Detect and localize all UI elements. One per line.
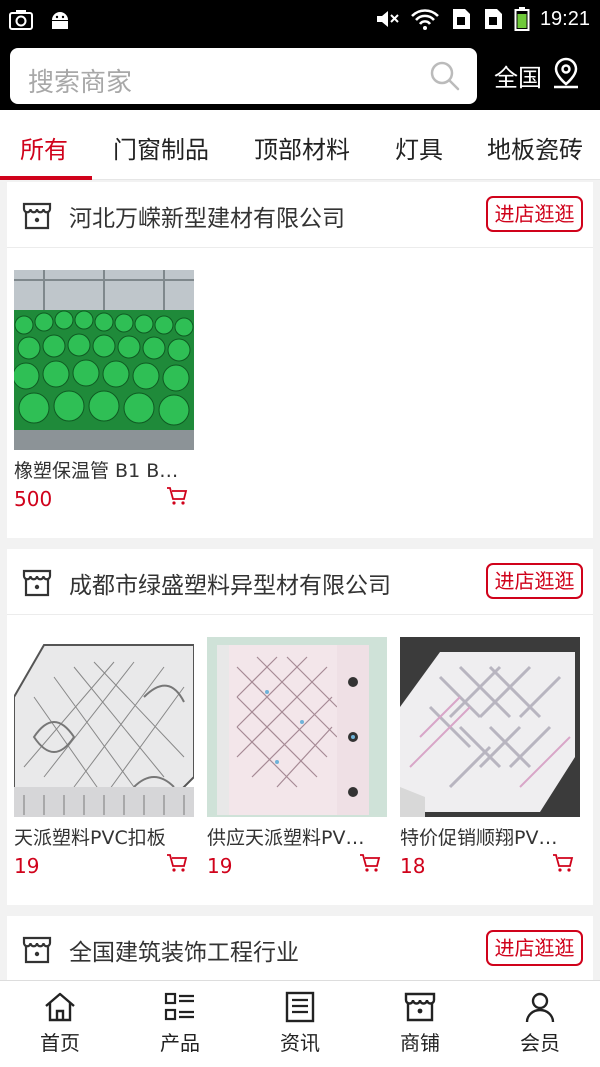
store-header[interactable]: 河北万嵘新型建材有限公司 进店逛逛 (7, 182, 593, 248)
tab-ceiling-materials[interactable]: 顶部材料 (254, 130, 350, 165)
android-icon (52, 12, 68, 29)
store-card: 全国建筑装饰工程行业 进店逛逛 (7, 916, 593, 980)
nav-shops[interactable]: 商铺 (360, 991, 480, 1056)
nav-label: 产品 (160, 1031, 200, 1055)
shop-icon (404, 992, 436, 1022)
store-name[interactable]: 河北万嵘新型建材有限公司 (69, 199, 345, 233)
screenshot-icon (9, 10, 33, 30)
wifi-icon (411, 9, 439, 30)
product-image[interactable] (207, 637, 387, 817)
product-name[interactable]: 供应天派塑料PV… (207, 823, 383, 850)
search-icon[interactable] (429, 60, 461, 92)
mute-icon (376, 11, 399, 27)
sim1-icon (452, 9, 470, 29)
active-tab-indicator (0, 176, 92, 180)
nav-products[interactable]: 产品 (120, 991, 240, 1056)
product-list-icon (164, 992, 194, 1021)
product-name[interactable]: 橡塑保温管 B1 B… (14, 456, 190, 483)
battery-icon (514, 7, 530, 31)
store-card: 河北万嵘新型建材有限公司 进店逛逛 橡塑保温管 B1 B… 500 (7, 182, 593, 538)
home-icon (45, 992, 75, 1022)
visit-store-button[interactable]: 进店逛逛 (486, 930, 583, 966)
bottom-nav: 首页 产品 资讯 商铺 会员 (0, 980, 600, 1067)
product-item[interactable]: 供应天派塑料PV… 19 (207, 637, 387, 878)
clock: 19:21 (539, 7, 590, 30)
visit-store-button[interactable]: 进店逛逛 (486, 196, 583, 232)
product-image[interactable] (14, 637, 194, 817)
store-name[interactable]: 成都市绿盛塑料异型材有限公司 (69, 566, 391, 600)
status-bar: 19:21 (0, 0, 600, 42)
store-name[interactable]: 全国建筑装饰工程行业 (69, 933, 299, 967)
product-item[interactable]: 特价促销顺翔PV… 18 (400, 637, 580, 878)
product-image[interactable] (400, 637, 580, 817)
product-item[interactable]: 天派塑料PVC扣板 19 (14, 637, 194, 878)
product-image[interactable] (14, 270, 194, 450)
product-name[interactable]: 天派塑料PVC扣板 (14, 823, 190, 850)
search-header: 搜索商家 全国 (0, 42, 600, 110)
cart-icon[interactable] (359, 853, 381, 873)
location-pin-icon[interactable] (550, 56, 582, 90)
nav-label: 会员 (520, 1031, 560, 1055)
product-item[interactable]: 橡塑保温管 B1 B… 500 (14, 270, 194, 511)
sim2-icon (484, 9, 502, 29)
store-header[interactable]: 成都市绿盛塑料异型材有限公司 进店逛逛 (7, 549, 593, 615)
nav-home[interactable]: 首页 (0, 991, 120, 1056)
product-name[interactable]: 特价促销顺翔PV… (400, 823, 576, 850)
search-input[interactable]: 搜索商家 (10, 48, 477, 104)
category-tabs: 所有 门窗制品 顶部材料 灯具 地板瓷砖 (0, 110, 600, 180)
store-header[interactable]: 全国建筑装饰工程行业 进店逛逛 (7, 916, 593, 982)
tab-all[interactable]: 所有 (20, 130, 68, 165)
tab-flooring-tiles[interactable]: 地板瓷砖 (487, 130, 583, 165)
nav-label: 首页 (40, 1031, 80, 1055)
nav-member[interactable]: 会员 (480, 991, 600, 1056)
cart-icon[interactable] (166, 486, 188, 506)
nav-label: 商铺 (400, 1031, 440, 1055)
tab-lighting[interactable]: 灯具 (395, 130, 443, 165)
shop-icon (22, 569, 52, 597)
shop-icon (22, 936, 52, 964)
visit-store-button[interactable]: 进店逛逛 (486, 563, 583, 599)
news-icon (285, 991, 315, 1023)
region-selector[interactable]: 全国 (494, 58, 542, 93)
nav-label: 资讯 (280, 1031, 320, 1055)
cart-icon[interactable] (552, 853, 574, 873)
nav-news[interactable]: 资讯 (240, 991, 360, 1056)
cart-icon[interactable] (166, 853, 188, 873)
store-card: 成都市绿盛塑料异型材有限公司 进店逛逛 天派塑料PVC扣板 19 供应天派塑料P… (7, 549, 593, 905)
user-icon (525, 992, 555, 1023)
search-placeholder: 搜索商家 (28, 68, 133, 98)
tab-doors-windows[interactable]: 门窗制品 (113, 130, 209, 165)
shop-icon (22, 202, 52, 230)
